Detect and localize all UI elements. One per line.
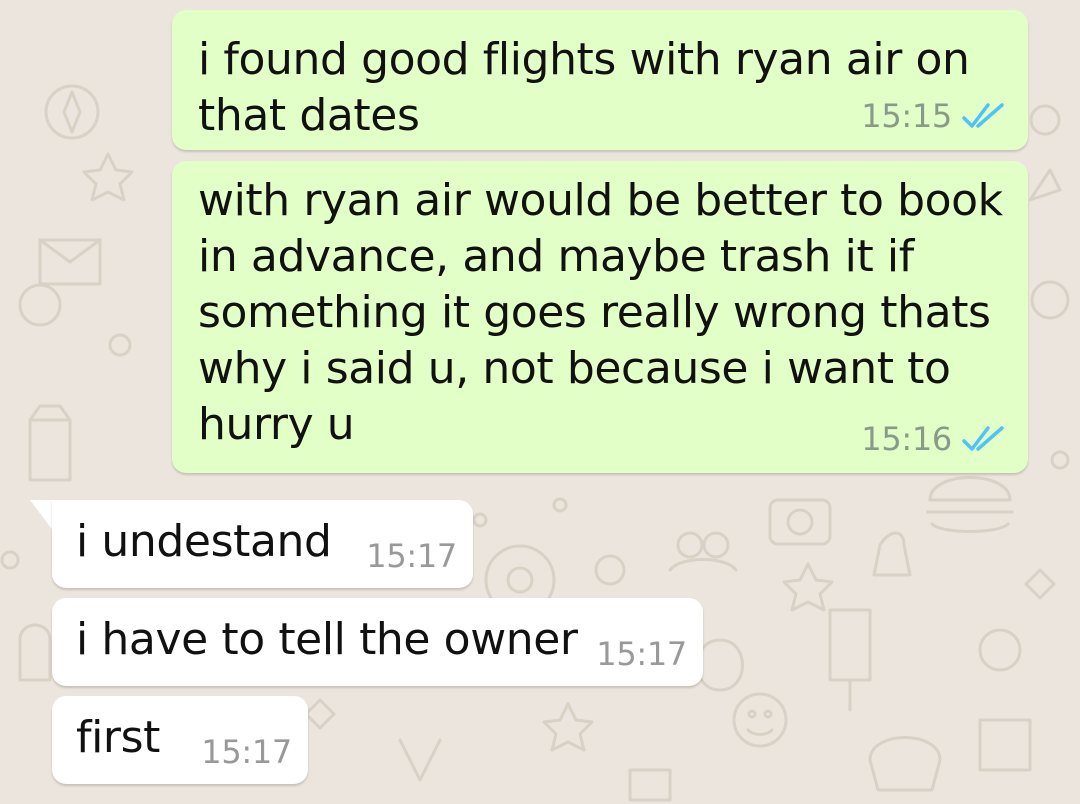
double-check-read-icon <box>962 426 1004 451</box>
message-text: first <box>76 712 160 763</box>
double-check-read-icon <box>962 103 1004 128</box>
message-timestamp: 15:15 <box>861 97 952 135</box>
message-text: i found good flights with ryan air on th… <box>198 34 970 141</box>
message-meta: 15:17 <box>596 636 687 672</box>
message-text: with ryan air would be better to book in… <box>198 175 1003 450</box>
message-timestamp: 15:17 <box>596 635 687 673</box>
message-text: i have to tell the owner <box>76 614 578 665</box>
message-meta: 15:17 <box>201 734 292 770</box>
incoming-message[interactable]: i undestand 15:17 <box>52 500 473 588</box>
incoming-message[interactable]: first 15:17 <box>52 696 308 784</box>
message-timestamp: 15:16 <box>861 420 952 458</box>
message-timestamp: 15:17 <box>366 537 457 575</box>
outgoing-message[interactable]: with ryan air would be better to book in… <box>172 161 1028 473</box>
message-text: i undestand <box>76 516 332 567</box>
incoming-message[interactable]: i have to tell the owner 15:17 <box>52 598 703 686</box>
message-meta: 15:15 <box>861 98 1006 134</box>
message-timestamp: 15:17 <box>201 733 292 771</box>
message-meta: 15:17 <box>366 538 457 574</box>
message-meta: 15:16 <box>861 421 1006 457</box>
outgoing-message[interactable]: i found good flights with ryan air on th… <box>172 10 1028 150</box>
